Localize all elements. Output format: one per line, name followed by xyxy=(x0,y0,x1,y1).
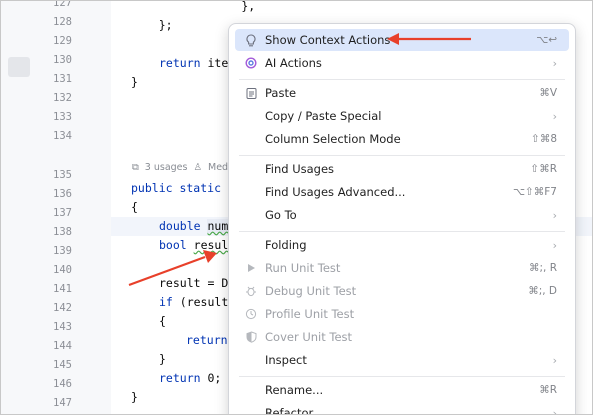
menu-separator xyxy=(239,155,565,156)
chevron-right-icon: › xyxy=(552,238,557,252)
context-menu: Show Context Actions ⌥↩ AI Actions › Pas… xyxy=(228,23,576,415)
code-line: }; xyxy=(131,18,173,32)
menu-item-label: Debug Unit Test xyxy=(265,284,357,298)
usages-icon: ⧉ xyxy=(132,162,139,173)
code-line: return xyxy=(186,331,228,350)
keyword: return xyxy=(159,56,201,70)
menu-item-go-to[interactable]: Go To › xyxy=(235,204,569,226)
menu-item-find-usages[interactable]: Find Usages ⇧⌘R xyxy=(235,158,569,180)
chevron-right-icon: › xyxy=(552,353,557,367)
menu-separator xyxy=(239,376,565,377)
code-line: return iter xyxy=(159,54,235,73)
menu-item-column-selection-mode[interactable]: Column Selection Mode ⇧⌘8 xyxy=(235,128,569,150)
keyword: return xyxy=(186,333,228,347)
menu-item-cover-unit-test[interactable]: Cover Unit Test xyxy=(235,326,569,348)
code-line: { xyxy=(131,200,138,214)
ide-window: 127 128 129 130 131 132 133 134 135 136 … xyxy=(0,0,593,415)
line-number: 133 xyxy=(53,111,72,123)
menu-item-inspect[interactable]: Inspect › xyxy=(235,349,569,371)
code-line: return 0; xyxy=(159,369,221,388)
menu-item-paste[interactable]: Paste ⌘V xyxy=(235,82,569,104)
keyword: public static xyxy=(131,181,222,195)
menu-item-shortcut: ⌥⇧⌘F7 xyxy=(512,186,557,198)
menu-item-copy-paste-special[interactable]: Copy / Paste Special › xyxy=(235,105,569,127)
menu-item-shortcut: ⌘;, R xyxy=(528,262,557,274)
menu-item-label: Find Usages Advanced... xyxy=(265,185,406,199)
code-line: } xyxy=(131,75,138,89)
menu-item-refactor[interactable]: Refactor › xyxy=(235,402,569,415)
menu-item-shortcut: ⇧⌘R xyxy=(530,163,557,175)
chevron-right-icon: › xyxy=(552,208,557,222)
usages-hint: 3 usages xyxy=(144,162,188,173)
menu-item-label: Find Usages xyxy=(265,162,335,176)
code-line: } xyxy=(131,390,138,404)
profile-icon xyxy=(243,308,259,320)
menu-item-label: Column Selection Mode xyxy=(265,132,401,146)
menu-item-run-unit-test[interactable]: Run Unit Test ⌘;, R xyxy=(235,257,569,279)
line-number: 129 xyxy=(53,35,72,47)
annotation-arrow-icon xyxy=(128,250,217,287)
menu-item-label: Folding xyxy=(265,238,307,252)
menu-item-label: Refactor xyxy=(265,406,314,415)
menu-separator xyxy=(239,79,565,80)
menu-item-rename[interactable]: Rename... ⌘R xyxy=(235,379,569,401)
code-line: }, xyxy=(186,0,256,13)
line-number: 134 xyxy=(53,130,72,142)
run-icon xyxy=(243,263,259,273)
menu-item-label: Rename... xyxy=(265,383,324,397)
menu-item-label: Go To xyxy=(265,208,297,222)
menu-item-label: Paste xyxy=(265,86,297,100)
code-line: double numb xyxy=(159,217,236,236)
code-line: public static c xyxy=(131,179,235,198)
debug-icon xyxy=(243,285,259,297)
menu-separator xyxy=(239,231,565,232)
menu-item-shortcut: ⌘;, D xyxy=(528,285,557,297)
ai-spiral-icon xyxy=(243,57,259,69)
code-text: 0; xyxy=(200,371,222,385)
code-line: if (result) xyxy=(159,293,235,312)
menu-item-ai-actions[interactable]: AI Actions › xyxy=(235,52,569,74)
lightbulb-icon xyxy=(243,33,259,47)
chevron-right-icon: › xyxy=(552,109,557,123)
line-number: 132 xyxy=(53,92,72,104)
menu-item-shortcut: ⌘R xyxy=(539,384,557,396)
code-line: { xyxy=(159,314,166,328)
keyword: return xyxy=(159,371,201,385)
keyword: double xyxy=(159,219,201,233)
menu-item-label: Run Unit Test xyxy=(265,261,341,275)
menu-item-shortcut: ⌥↩ xyxy=(536,34,557,46)
clipboard-icon xyxy=(243,87,259,99)
menu-item-shortcut: ⌘V xyxy=(539,87,557,99)
menu-item-profile-unit-test[interactable]: Profile Unit Test xyxy=(235,303,569,325)
menu-item-find-usages-advanced[interactable]: Find Usages Advanced... ⌥⇧⌘F7 xyxy=(235,181,569,203)
keyword: if xyxy=(159,295,173,309)
code-text: (result) xyxy=(172,295,236,309)
menu-item-shortcut: ⇧⌘8 xyxy=(531,133,557,145)
menu-item-folding[interactable]: Folding › xyxy=(235,234,569,256)
shield-icon xyxy=(243,331,259,343)
code-line: } xyxy=(159,352,166,366)
annotation-arrow-icon xyxy=(387,33,471,45)
chevron-right-icon: › xyxy=(552,56,557,70)
chevron-right-icon: › xyxy=(552,406,557,415)
menu-item-label: Copy / Paste Special xyxy=(265,109,382,123)
menu-item-label: Cover Unit Test xyxy=(265,330,353,344)
menu-item-label: AI Actions xyxy=(265,56,322,70)
author-icon: ♙ xyxy=(193,162,203,173)
menu-item-debug-unit-test[interactable]: Debug Unit Test ⌘;, D xyxy=(235,280,569,302)
menu-item-label: Profile Unit Test xyxy=(265,307,355,321)
menu-item-label: Inspect xyxy=(265,353,307,367)
